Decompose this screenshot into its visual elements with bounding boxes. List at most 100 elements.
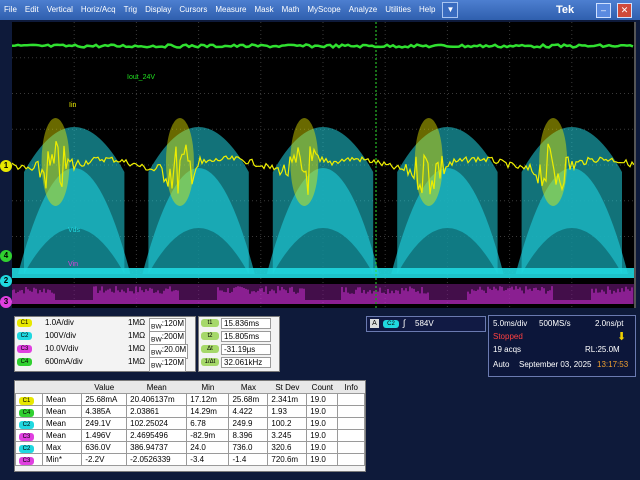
- channel-bandwidth: 120M: [163, 358, 184, 367]
- label-vin: Vin: [68, 261, 78, 268]
- table-row[interactable]: C4 Mean 4.385A 2.03861 14.29m 4.422 1.93 19.0: [15, 405, 365, 418]
- cell-source: C3: [15, 429, 43, 442]
- cursor-badge: t1: [201, 319, 219, 327]
- menu-myscope[interactable]: MyScope: [303, 0, 344, 20]
- cursor-badge: 1/Δt: [201, 358, 219, 366]
- acquisition-date: September 03, 2025: [519, 360, 592, 369]
- channel-row[interactable]: C2 100V/div 1MΩ BW:200M: [15, 330, 195, 346]
- header-cell: Min: [186, 381, 229, 394]
- cursor-row[interactable]: Δt -31.19μs: [199, 343, 279, 356]
- cell-type: Min*: [41, 453, 83, 466]
- cell-type: Mean: [41, 429, 83, 442]
- close-icon[interactable]: ✕: [617, 3, 632, 18]
- channel-4-marker[interactable]: 4: [0, 250, 12, 262]
- cell-count: 19.0: [306, 453, 339, 466]
- table-header-row: Value Mean Min Max St Dev Count Info: [15, 381, 365, 394]
- bandwidth-box: BW:120M: [149, 357, 186, 372]
- table-row[interactable]: C2 Mean 249.1V 102.25024 6.78 249.9 100.2 19.0: [15, 417, 365, 430]
- cell-min: 14.29m: [186, 405, 230, 418]
- menu-mask[interactable]: Mask: [250, 0, 277, 20]
- table-row[interactable]: C3 Mean 1.496V 2.4695496 -82.9m 8.396 3.245 19.…: [15, 429, 365, 442]
- menu-utilities[interactable]: Utilities: [381, 0, 415, 20]
- cell-value: 249.1V: [81, 417, 128, 430]
- iin-burst: [41, 118, 70, 206]
- acquisition-readout[interactable]: 5.0ms/div 500MS/s 2.0ns/pt Stopped ⬇ 19 …: [488, 315, 636, 377]
- measurement-source-badge: C4: [19, 408, 34, 417]
- cell-stdev: 320.6: [267, 441, 308, 454]
- trigger-position-icon: ⬇: [617, 331, 627, 343]
- cell-info: [337, 441, 365, 454]
- cursor-value: 15.805ms: [221, 331, 271, 342]
- minimize-icon[interactable]: –: [596, 3, 611, 18]
- channel-badge: C2: [17, 332, 32, 340]
- menu-file[interactable]: File: [0, 0, 21, 20]
- cursor-row[interactable]: t2 15.805ms: [199, 330, 279, 343]
- menu-analyze[interactable]: Analyze: [345, 0, 381, 20]
- resolution: 2.0ns/pt: [595, 319, 624, 328]
- menu-math[interactable]: Math: [278, 0, 304, 20]
- table-row[interactable]: C1 Mean 25.68mA 20.406137m 17.12m 25.68m 2.341…: [15, 393, 365, 406]
- cursor-row[interactable]: t1 15.836ms: [199, 317, 279, 330]
- table-row[interactable]: C2 Max 636.0V 386.94737 24.0 736.0 320.6 19.0: [15, 441, 365, 454]
- cell-stdev: 720.6m: [267, 453, 308, 466]
- menu-cursors[interactable]: Cursors: [175, 0, 211, 20]
- cell-info: [337, 417, 365, 430]
- cell-max: -1.4: [228, 453, 269, 466]
- rising-edge-icon: ∫: [403, 318, 406, 328]
- trigger-a-icon: A: [370, 319, 379, 328]
- menu-horiz-acq[interactable]: Horiz/Acq: [77, 0, 120, 20]
- label-iout: Iout_24V: [127, 74, 155, 81]
- cell-max: 8.396: [228, 429, 269, 442]
- channel-scale: 100V/div: [45, 331, 77, 340]
- channel-bandwidth: 200M: [163, 332, 184, 341]
- channel-row[interactable]: C3 10.0V/div 1MΩ BW:20.0M: [15, 343, 195, 359]
- menu-measure[interactable]: Measure: [211, 0, 250, 20]
- cursor-value: 15.836ms: [221, 318, 271, 329]
- trigger-mode: Auto: [493, 360, 510, 369]
- trigger-readout[interactable]: A C2 ∫ 584V: [366, 316, 486, 332]
- channel-badge: C3: [17, 345, 32, 353]
- channel-scale: 600mA/div: [45, 357, 83, 366]
- cell-stdev: 3.245: [267, 429, 308, 442]
- cursor-readout: t1 15.836ms t2 15.805ms Δt -31.19μs 1/Δt 32.…: [198, 316, 280, 372]
- channel-readout: C1 1.0A/div 1MΩ BW:120M C2 100V/div 1MΩ …: [14, 316, 196, 372]
- channel-2-marker[interactable]: 2: [0, 275, 12, 287]
- measurement-source-badge: C3: [19, 456, 34, 465]
- header-cell: Value: [81, 381, 127, 394]
- menu-bar: File Edit Vertical Horiz/Acq Trig Displa…: [0, 0, 640, 20]
- channel-impedance: 1MΩ: [128, 331, 146, 340]
- waveform-display[interactable]: Iout_24V Iin Vds Vin: [12, 22, 636, 308]
- cell-max: 25.68m: [228, 393, 269, 406]
- table-row[interactable]: C3 Min* -2.2V -2.0526339 -3.4 -1.4 720.6m 19.0: [15, 453, 365, 466]
- cell-type: Mean: [41, 393, 83, 406]
- cell-info: [337, 393, 365, 406]
- cell-type: Max: [41, 441, 83, 454]
- cell-mean: -2.0526339: [126, 453, 188, 466]
- cell-source: C2: [15, 441, 43, 454]
- cell-mean: 386.94737: [126, 441, 188, 454]
- vds-baseline: [12, 268, 634, 278]
- channel-1-marker[interactable]: 1: [0, 160, 12, 172]
- cell-source: C3: [15, 453, 43, 466]
- cell-stdev: 1.93: [267, 405, 308, 418]
- menu-display[interactable]: Display: [141, 0, 175, 20]
- cursor-row[interactable]: 1/Δt 32.061kHz: [199, 356, 279, 369]
- iin-burst: [165, 118, 194, 206]
- channel-3-marker[interactable]: 3: [0, 296, 12, 308]
- channel-row[interactable]: C1 1.0A/div 1MΩ BW:120M: [15, 317, 195, 333]
- menu-trig[interactable]: Trig: [120, 0, 141, 20]
- cell-type: Mean: [41, 405, 83, 418]
- cursor-value: 32.061kHz: [221, 357, 271, 368]
- label-iin: Iin: [69, 102, 77, 109]
- brand-logo: Tek: [556, 4, 575, 16]
- header-cell: Mean: [126, 381, 187, 394]
- cell-max: 736.0: [228, 441, 269, 454]
- menu-edit[interactable]: Edit: [21, 0, 43, 20]
- cell-info: [337, 453, 365, 466]
- menu-help[interactable]: Help: [415, 0, 439, 20]
- label-vds: Vds: [68, 227, 81, 234]
- chevron-down-icon[interactable]: ▼: [442, 2, 459, 18]
- channel-row[interactable]: C4 600mA/div 1MΩ BW:120M: [15, 356, 195, 372]
- menu-vertical[interactable]: Vertical: [43, 0, 77, 20]
- measurement-panel: Value Mean Min Max St Dev Count Info C1 M…: [14, 380, 366, 472]
